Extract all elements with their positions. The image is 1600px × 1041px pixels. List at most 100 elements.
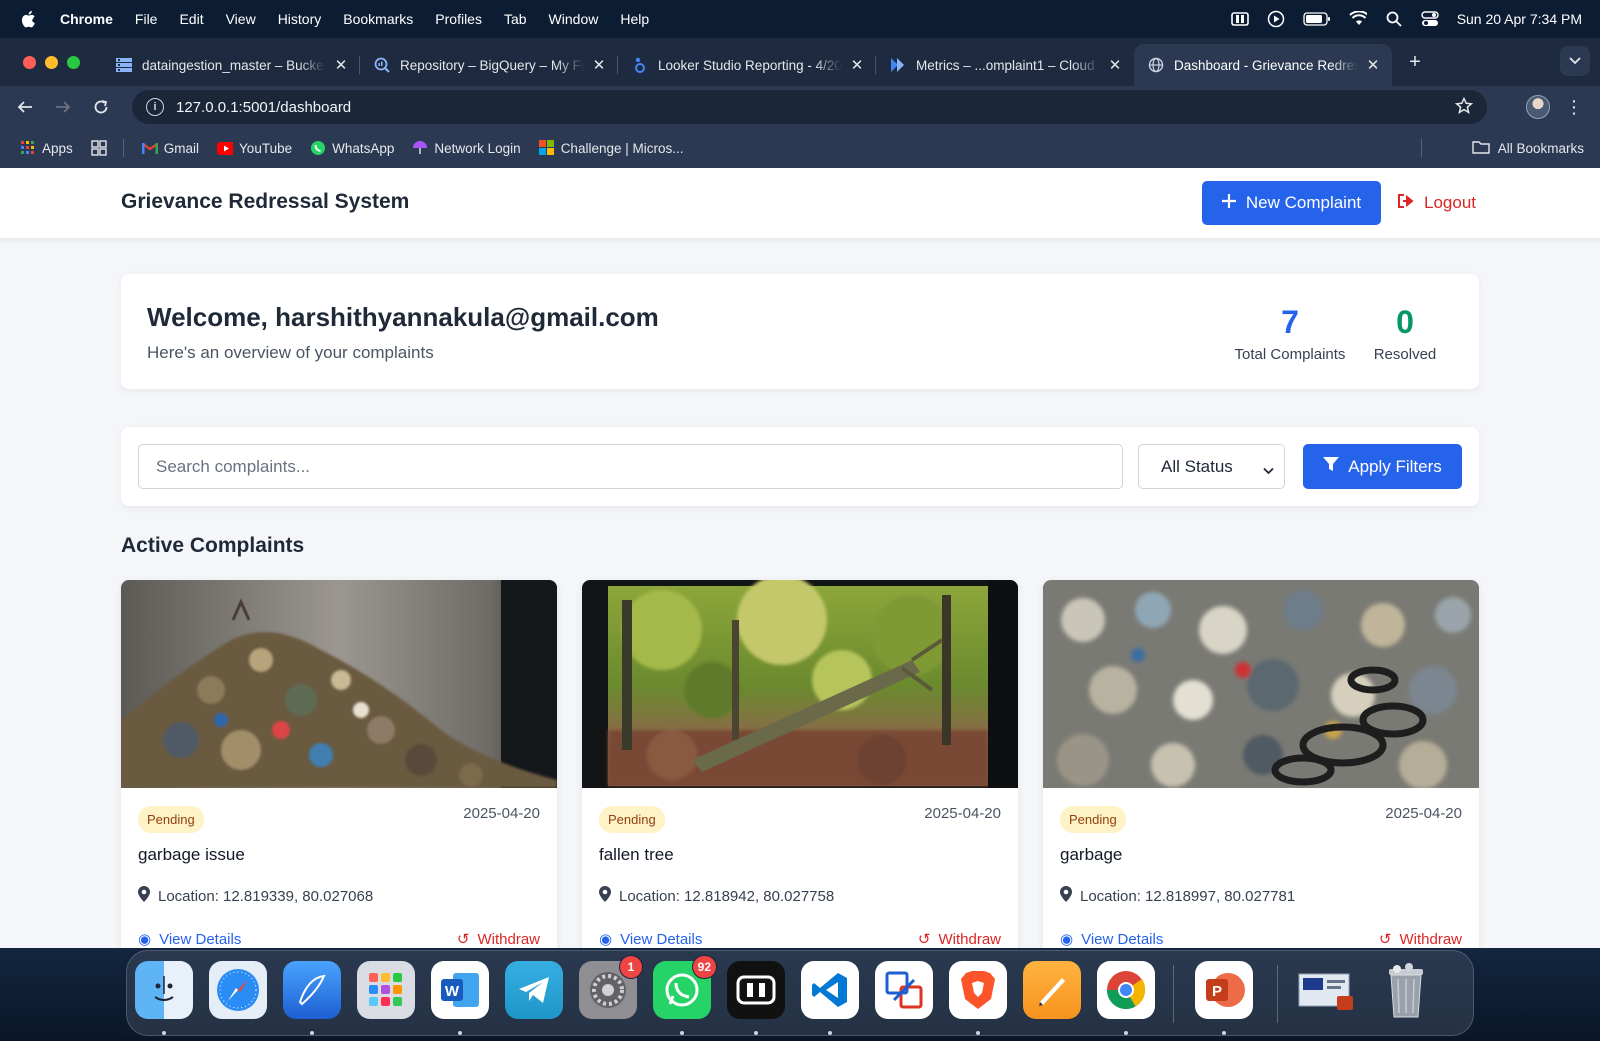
close-window-button[interactable] [23,55,36,69]
forward-arrow-icon[interactable] [46,90,80,124]
complaint-location: Location: 12.818997, 80.027781 [1060,886,1295,906]
tab-looker-studio[interactable]: Looker Studio Reporting - 4/20 ✕ [618,47,876,83]
bookmark-divider [1421,139,1422,157]
notchmeister-app-icon[interactable] [727,961,785,1019]
menu-clock[interactable]: Sun 20 Apr 7:34 PM [1457,11,1582,27]
withdraw-link[interactable]: ↺ Withdraw [918,930,1001,949]
withdraw-link[interactable]: ↺ Withdraw [457,930,540,949]
vscode-icon[interactable] [801,961,859,1019]
tab-bigquery[interactable]: Repository – BigQuery – My First Project… [360,47,618,83]
profile-avatar[interactable] [1526,95,1550,119]
menu-view[interactable]: View [226,11,256,27]
fallen-tree-photo[interactable] [582,580,1018,788]
bookmark-gmail[interactable]: Gmail [141,140,199,156]
tab-title: dataingestion_master – Bucket details [142,57,326,73]
settings-badge: 1 [619,955,643,979]
bigquery-icon [374,57,390,73]
menu-window[interactable]: Window [549,11,599,27]
tab-cloud-run-metrics[interactable]: Metrics – ...omplaint1 – Cloud Run ✕ [876,47,1134,83]
close-tab-icon[interactable]: ✕ [332,56,350,74]
control-center-icon[interactable] [1420,10,1439,28]
notchmeister-icon[interactable] [1230,10,1249,28]
spotlight-search-icon[interactable] [1385,10,1403,28]
pages-icon[interactable] [1023,961,1081,1019]
address-url[interactable]: 127.0.0.1:5001/dashboard [176,99,351,116]
migration-assistant-icon[interactable] [875,961,933,1019]
complaint-card[interactable]: Pending 2025-04-20 garbage Location: 12.… [1043,580,1479,948]
tab-dashboard[interactable]: Dashboard - Grievance Redressal ✕ [1134,44,1392,86]
more-options-icon[interactable]: ⋮ [1564,95,1584,119]
site-info-icon[interactable]: i [146,98,164,116]
complaint-title: garbage issue [138,845,245,864]
app-brand[interactable]: Grievance Redressal System [121,190,409,214]
minimize-window-button[interactable] [45,55,58,69]
status-badge: Pending [138,806,204,833]
menu-tab[interactable]: Tab [504,11,527,27]
tab-groups-icon[interactable] [91,140,107,156]
safari-icon[interactable] [209,961,267,1019]
new-complaint-label: New Complaint [1245,193,1362,212]
menu-app-name[interactable]: Chrome [60,11,113,27]
trash-icon[interactable] [1377,961,1435,1019]
complaint-card[interactable]: Pending 2025-04-20 garbage issue Locatio… [121,580,557,948]
menu-profiles[interactable]: Profiles [435,11,482,27]
withdraw-link[interactable]: ↺ Withdraw [1379,930,1462,949]
menu-help[interactable]: Help [620,11,649,27]
bookmark-youtube[interactable]: YouTube [217,140,292,156]
running-indicator [310,1031,314,1035]
chrome-icon[interactable] [1097,961,1155,1019]
complaint-card[interactable]: Pending 2025-04-20 fallen tree Location:… [582,580,1018,948]
word-icon[interactable]: W [431,961,489,1019]
tab-title: Metrics – ...omplaint1 – Cloud Run [916,57,1100,73]
all-bookmarks[interactable]: All Bookmarks [1472,128,1584,168]
garbage-heap-photo[interactable] [121,580,557,788]
new-complaint-button[interactable]: New Complaint [1202,181,1381,225]
play-icon[interactable] [1267,10,1285,28]
menu-edit[interactable]: Edit [179,11,203,27]
battery-icon[interactable] [1303,10,1331,28]
address-bar[interactable]: i 127.0.0.1:5001/dashboard [132,90,1487,124]
close-tab-icon[interactable]: ✕ [848,56,866,74]
preview-document-icon[interactable] [1297,961,1355,1019]
menu-bookmarks[interactable]: Bookmarks [343,11,413,27]
search-input[interactable] [138,444,1123,489]
wifi-icon[interactable] [1348,10,1367,28]
finder-icon[interactable] [135,961,193,1019]
new-tab-button[interactable]: + [1400,51,1430,74]
menu-file[interactable]: File [135,11,158,27]
menu-history[interactable]: History [278,11,322,27]
brave-icon[interactable] [949,961,1007,1019]
tab-search-chevron-icon[interactable] [1560,46,1590,76]
apply-filters-button[interactable]: Apply Filters [1303,444,1462,489]
tab-bucket-details[interactable]: dataingestion_master – Bucket details ✕ [102,47,360,83]
logout-link[interactable]: Logout [1397,181,1476,225]
whatsapp-icon [310,140,326,156]
system-settings-icon[interactable]: 1 [579,955,643,1019]
plastic-waste-photo[interactable] [1043,580,1479,788]
apple-icon[interactable] [20,10,44,28]
bookmark-star-icon[interactable] [1454,96,1474,119]
close-tab-icon[interactable]: ✕ [590,56,608,74]
bookmark-whatsapp[interactable]: WhatsApp [310,140,394,156]
bookmark-apps[interactable]: Apps [20,140,73,156]
close-tab-icon[interactable]: ✕ [1106,56,1124,74]
powerpoint-icon[interactable]: P [1195,961,1253,1019]
card-actions: ◉ View Details ↺ Withdraw [599,930,1001,949]
bookmark-challenge[interactable]: Challenge | Micros... [538,140,684,156]
telegram-icon[interactable] [505,961,563,1019]
notes-app-icon[interactable] [283,961,341,1019]
close-tab-icon[interactable]: ✕ [1364,56,1382,74]
whatsapp-app-icon[interactable]: 92 [653,955,717,1019]
view-details-link[interactable]: ◉ View Details [138,930,241,949]
view-details-link[interactable]: ◉ View Details [599,930,702,949]
zoom-window-button[interactable] [67,55,80,69]
view-details-link[interactable]: ◉ View Details [1060,930,1163,949]
back-arrow-icon[interactable] [8,90,42,124]
running-indicator [828,1031,832,1035]
window-controls [23,55,80,69]
launchpad-icon[interactable] [357,961,415,1019]
reload-icon[interactable] [84,90,118,124]
status-select[interactable]: All Status [1138,444,1285,489]
map-pin-icon [1060,886,1072,906]
bookmark-network-login[interactable]: Network Login [412,140,521,156]
